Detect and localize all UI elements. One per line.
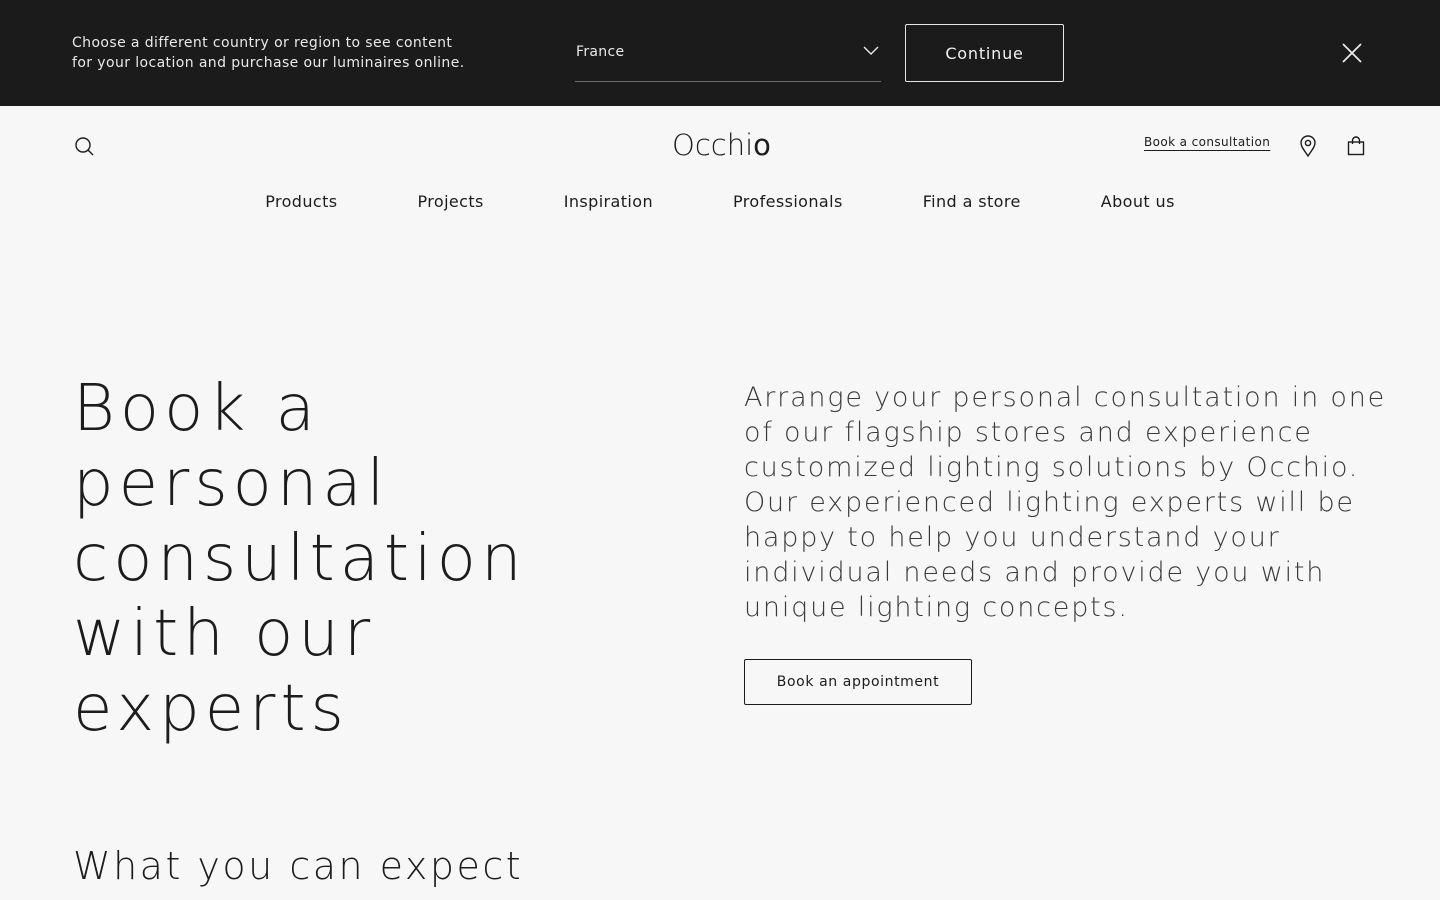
- hero-description-line: customized lighting solutions by Occhio.: [744, 452, 1360, 483]
- map-pin-icon[interactable]: [1298, 134, 1318, 158]
- shopping-bag-icon[interactable]: [1346, 136, 1366, 156]
- nav-item-professionals[interactable]: Professionals: [733, 192, 843, 211]
- hero-description-line: Our experienced lighting experts will be: [744, 487, 1355, 518]
- nav-item-find-a-store[interactable]: Find a store: [923, 192, 1021, 211]
- nav-item-about-us[interactable]: About us: [1101, 192, 1175, 211]
- country-banner-message-line-2: for your location and purchase our lumin…: [72, 55, 465, 71]
- hero-description-line: happy to help you understand your: [744, 522, 1281, 553]
- nav-item-products[interactable]: Products: [265, 192, 337, 211]
- hero-title-line: personal: [73, 447, 390, 521]
- logo-text-end: o: [753, 128, 771, 162]
- logo-text: Occhi: [672, 128, 754, 162]
- country-banner-message: Choose a different country or region to …: [72, 33, 512, 73]
- book-consultation-link[interactable]: Book a consultation: [1144, 135, 1270, 149]
- hero-title-line: consultation: [73, 522, 527, 596]
- country-banner-message-line-1: Choose a different country or region to …: [72, 35, 453, 51]
- hero-description-line: of our flagship stores and experience: [744, 417, 1313, 448]
- hero-description: Arrange your personal consultation in on…: [744, 380, 1384, 625]
- hero-description-line: unique lighting concepts.: [744, 592, 1129, 623]
- nav-item-projects[interactable]: Projects: [417, 192, 483, 211]
- site-header: Occhio Book a consultation Products Proj…: [0, 106, 1440, 236]
- country-select-value: France: [576, 44, 625, 60]
- occhio-logo[interactable]: Occhio: [672, 128, 771, 162]
- hero-description-line: individual needs and provide you with: [744, 557, 1326, 588]
- country-banner: Choose a different country or region to …: [0, 0, 1440, 106]
- main-nav: Products Projects Inspiration Profession…: [0, 192, 1440, 211]
- hero-title-line: with our: [73, 597, 376, 671]
- hero-description-line: Arrange your personal consultation in on…: [744, 382, 1387, 413]
- hero-title: Book a personal consultation with our ex…: [73, 372, 673, 747]
- hero-title-line: Book a: [73, 372, 320, 446]
- country-select[interactable]: France: [575, 24, 881, 82]
- what-to-expect-heading: What you can expect: [73, 844, 524, 888]
- close-icon[interactable]: [1339, 40, 1365, 66]
- continue-button[interactable]: Continue: [905, 24, 1064, 82]
- search-icon[interactable]: [73, 135, 95, 157]
- book-appointment-button[interactable]: Book an appointment: [744, 659, 972, 705]
- nav-item-inspiration[interactable]: Inspiration: [564, 192, 653, 211]
- chevron-down-icon: [863, 46, 879, 55]
- hero-title-line: experts: [73, 672, 349, 746]
